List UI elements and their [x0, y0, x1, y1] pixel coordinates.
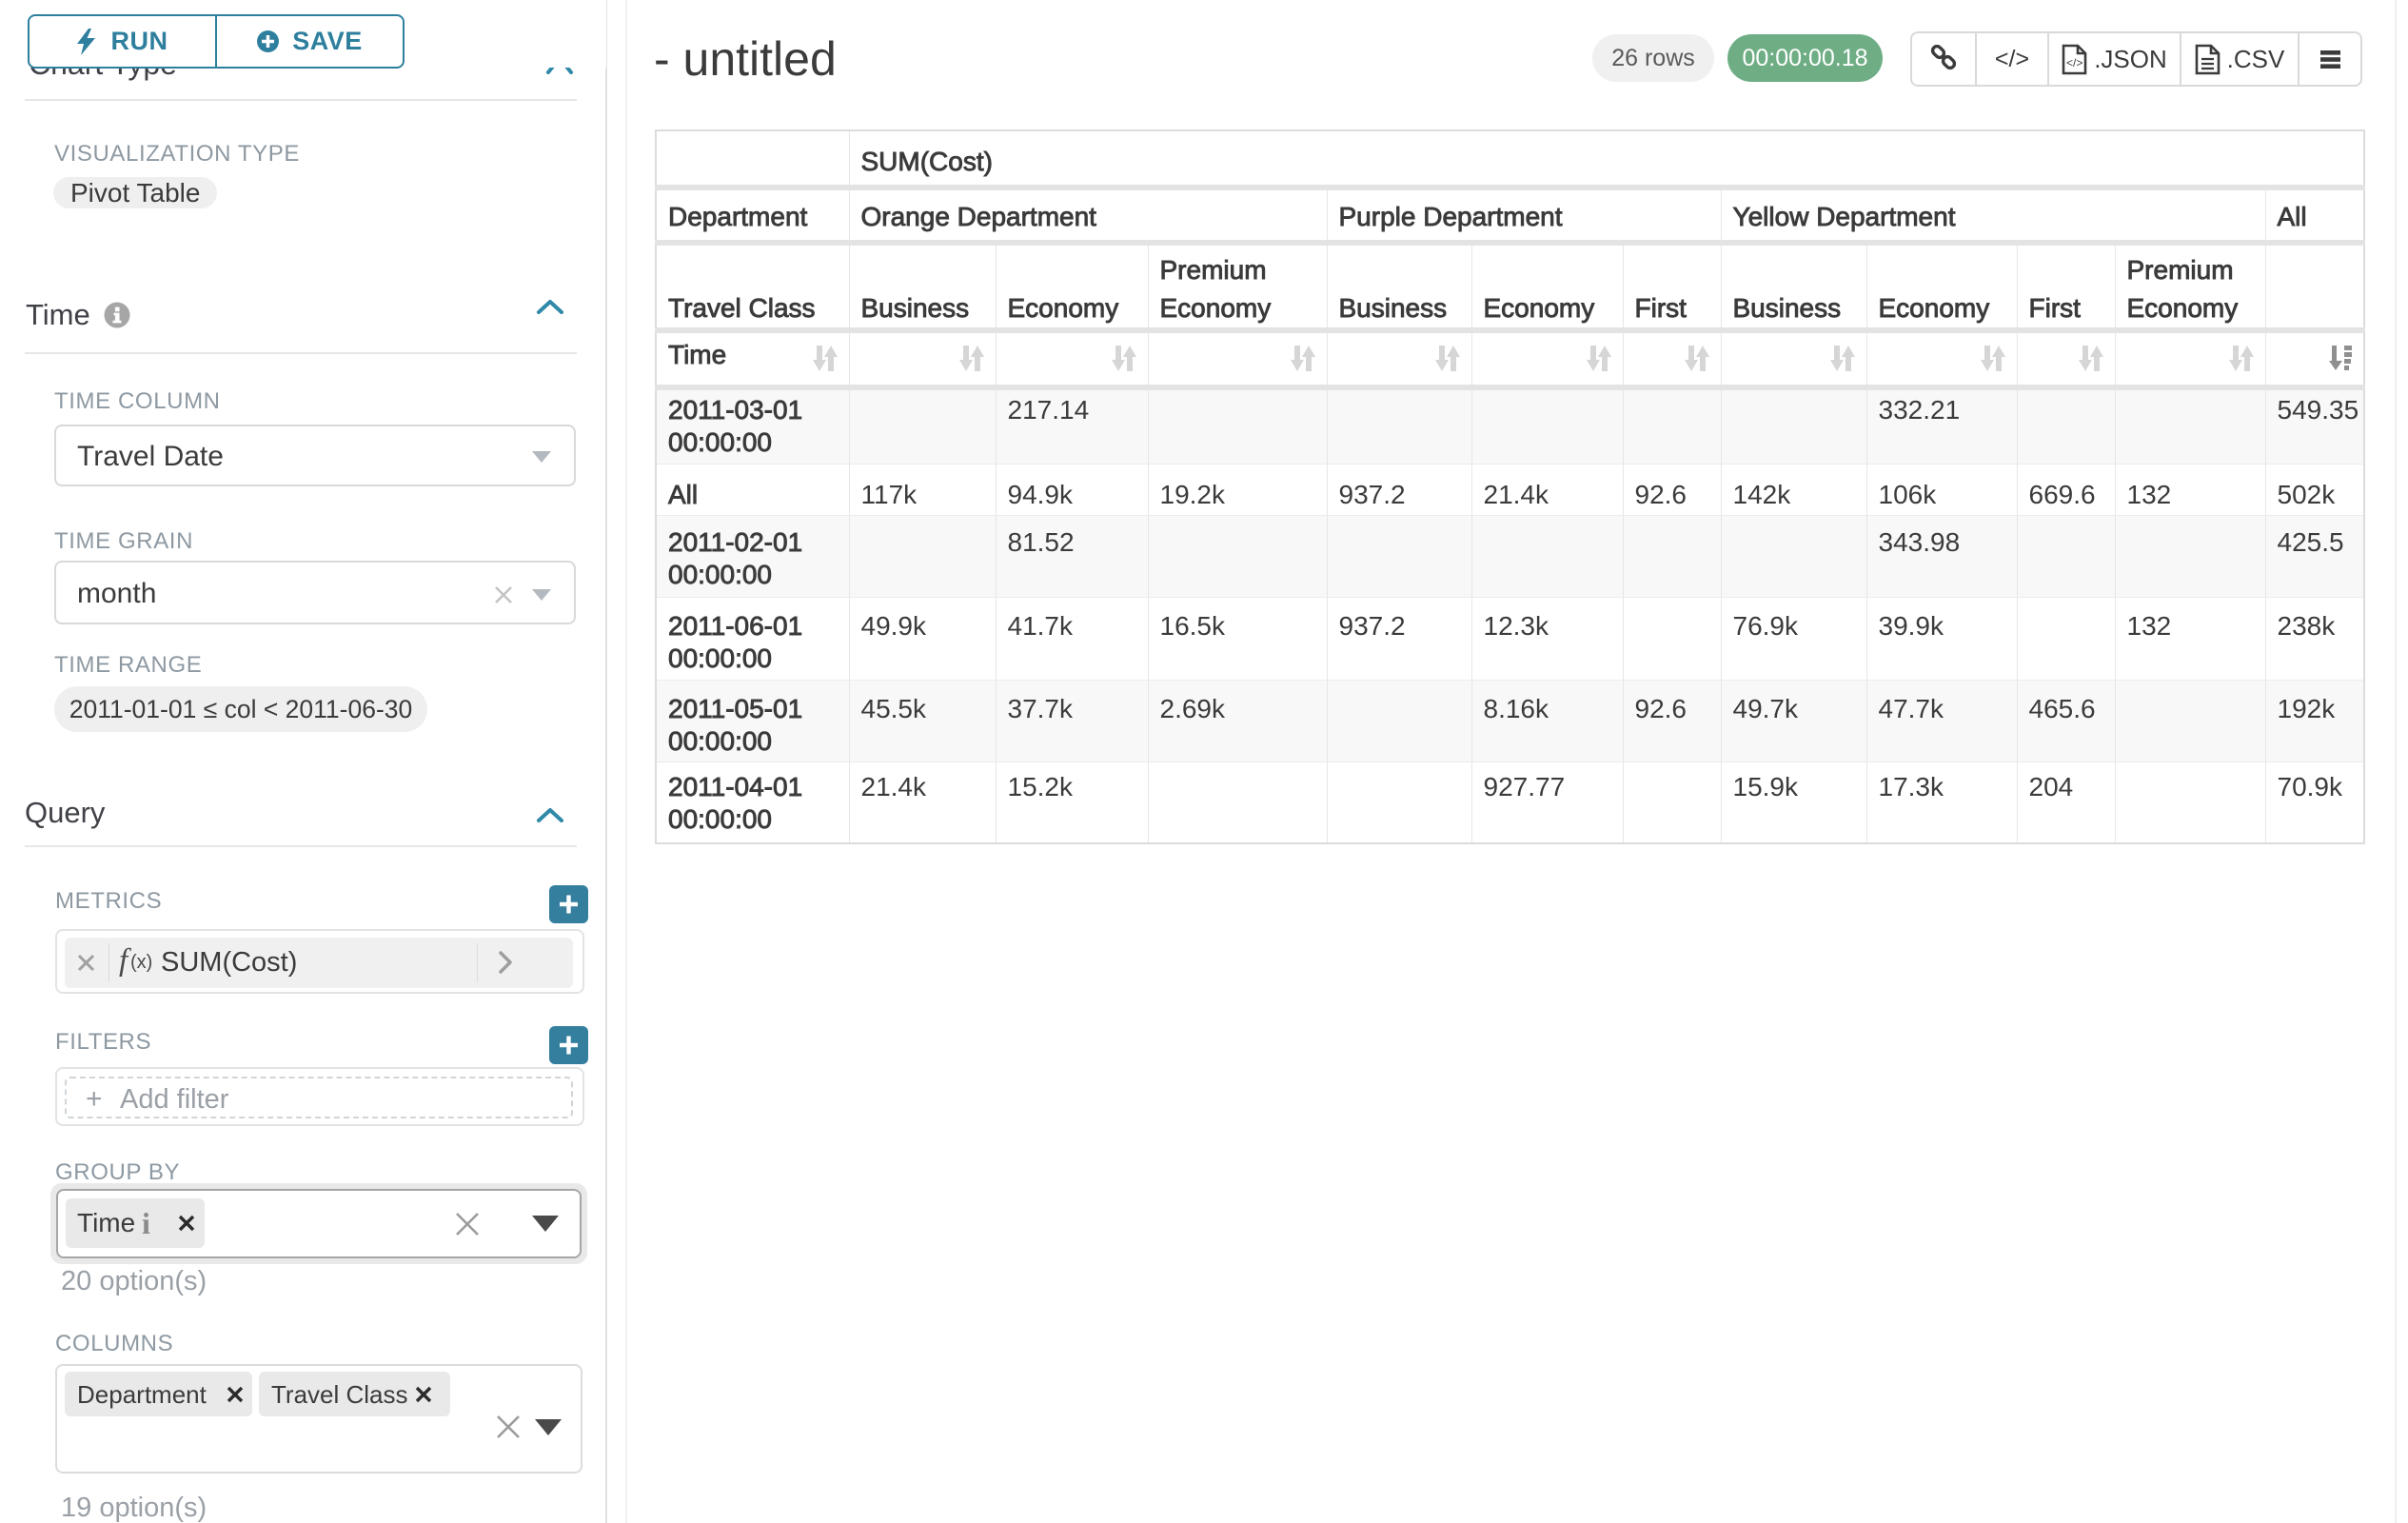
svg-text:</>: </> — [2066, 56, 2082, 69]
